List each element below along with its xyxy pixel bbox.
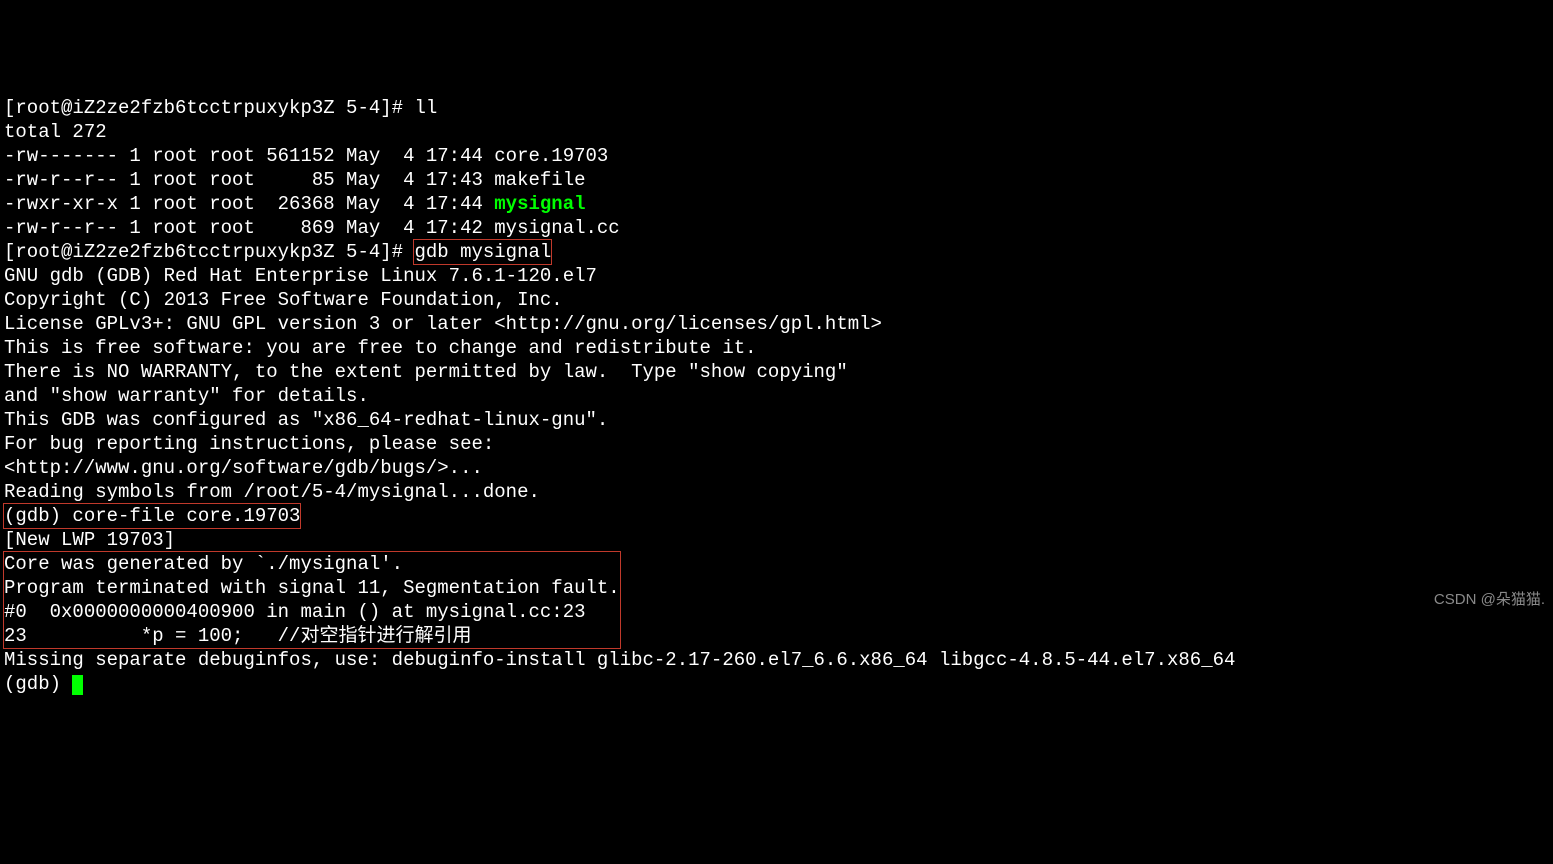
gdb-line: Copyright (C) 2013 Free Software Foundat… [4,289,563,311]
crash-line: 23 *p = 100; //对空指针进行解引用 [4,625,471,647]
ls-row: -rw-r--r-- 1 root root 869 May 4 17:42 m… [4,217,620,239]
crash-line: Core was generated by `./mysignal'. [4,553,403,575]
gdb-corefile-cmd: (gdb) core-file core.19703 [4,504,300,528]
gdb-line: There is NO WARRANTY, to the extent perm… [4,361,848,383]
gdb-line: and "show warranty" for details. [4,385,369,407]
ls-row: -rw------- 1 root root 561152 May 4 17:4… [4,145,608,167]
ls-total: total 272 [4,121,107,143]
crash-line: #0 0x0000000000400900 in main () at mysi… [4,601,586,623]
executable-name: mysignal [494,193,585,215]
gdb-line: This is free software: you are free to c… [4,337,757,359]
watermark: CSDN @朵猫猫. [1434,588,1545,612]
cursor-icon[interactable] [72,675,83,695]
gdb-line: For bug reporting instructions, please s… [4,433,494,455]
gdb-line: License GPLv3+: GNU GPL version 3 or lat… [4,313,882,335]
terminal-output[interactable]: [root@iZ2ze2fzb6tcctrpuxykp3Z 5-4]# ll t… [0,96,1553,696]
gdb-line: Reading symbols from /root/5-4/mysignal.… [4,481,540,503]
shell-prompt: [root@iZ2ze2fzb6tcctrpuxykp3Z 5-4]# [4,241,414,263]
gdb-line: This GDB was configured as "x86_64-redha… [4,409,608,431]
gdb-line: GNU gdb (GDB) Red Hat Enterprise Linux 7… [4,265,597,287]
gdb-line: <http://www.gnu.org/software/gdb/bugs/>.… [4,457,483,479]
cmd-ll: ll [414,97,437,119]
crash-info-box: Core was generated by `./mysignal'. Prog… [4,552,620,648]
debuginfo-line: Missing separate debuginfos, use: debugi… [4,649,1235,671]
ls-row: -rw-r--r-- 1 root root 85 May 4 17:43 ma… [4,169,586,191]
crash-line: Program terminated with signal 11, Segme… [4,577,620,599]
shell-prompt: [root@iZ2ze2fzb6tcctrpuxykp3Z 5-4]# [4,97,414,119]
ls-row: -rwxr-xr-x 1 root root 26368 May 4 17:44 [4,193,494,215]
lwp-line: [New LWP 19703] [4,529,175,551]
gdb-prompt: (gdb) [4,673,72,695]
cmd-gdb: gdb mysignal [414,240,551,264]
